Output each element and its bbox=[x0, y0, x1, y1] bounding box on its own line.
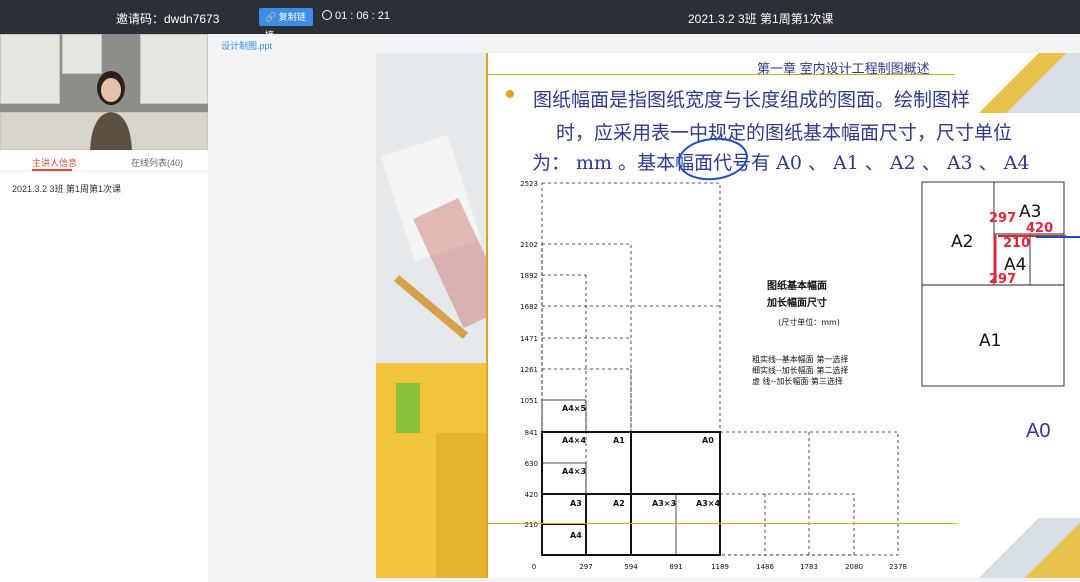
x-axis-tick-label: 891 bbox=[669, 563, 682, 571]
presentation-slide: 第一章 室内设计工程制图概述 图纸幅面是指图纸宽度与长度组成的图面。绘制图样 时… bbox=[376, 53, 1080, 578]
a0-label: A0 bbox=[1026, 420, 1051, 442]
y-axis-tick-label: 2102 bbox=[520, 241, 538, 249]
timer-value: 01 : 06 : 21 bbox=[335, 10, 391, 22]
x-axis-tick-label: 594 bbox=[624, 563, 638, 571]
legend-item: 细实线--加长幅面 第二选择 bbox=[752, 365, 848, 375]
x-axis-tick-label: 2080 bbox=[845, 563, 863, 571]
x-axis-tick-label: 1486 bbox=[756, 563, 774, 571]
y-axis-tick-label: 1471 bbox=[520, 335, 538, 343]
course-title: 2021.3.2 3班 第1周第1次课 bbox=[688, 12, 834, 26]
box-label: A2 bbox=[613, 499, 625, 508]
box-label: A4 bbox=[570, 531, 582, 540]
y-axis-tick-label: 1892 bbox=[520, 272, 538, 280]
session-list-item[interactable]: 2021.3.2 3班 第1周第1次课 bbox=[12, 182, 121, 195]
box-label: A3 bbox=[570, 499, 582, 508]
session-timer: 01 : 06 : 21 bbox=[322, 10, 390, 22]
right-diagram-label: A2 bbox=[951, 232, 973, 252]
tab-active-indicator bbox=[32, 169, 72, 171]
right-diagram-label: A3 bbox=[1019, 202, 1041, 222]
box-label: A4×5 bbox=[562, 404, 586, 413]
left-tabs: 主讲人信息 在线列表(40) bbox=[0, 150, 208, 172]
tab-online-list[interactable]: 在线列表(40) bbox=[131, 156, 183, 169]
x-axis-tick-label: 297 bbox=[579, 563, 592, 571]
diagram-subtitle: 加长幅面尺寸 bbox=[766, 296, 827, 309]
red-annotation: 210 bbox=[1003, 236, 1030, 251]
legend-item: 粗实线--基本幅面 第一选择 bbox=[752, 354, 848, 364]
slide-bottom-line bbox=[487, 523, 957, 524]
left-panel: 主讲人信息 在线列表(40) 2021.3.2 3班 第1周第1次课 bbox=[0, 34, 208, 582]
y-axis-tick-label: 420 bbox=[525, 491, 538, 499]
legend-item: 虚 线--加长幅面 第三选择 bbox=[752, 376, 843, 386]
copy-link-button[interactable]: 🔗 复制链接 bbox=[259, 8, 313, 40]
x-axis-tick-label: 1189 bbox=[711, 563, 729, 571]
diagram-unit: (尺寸单位：mm) bbox=[778, 317, 840, 327]
paper-size-diagram: 2523210218921682147112611051841630420210… bbox=[520, 180, 1080, 571]
red-annotation: 297 bbox=[989, 211, 1016, 226]
y-axis-tick-label: 2523 bbox=[520, 180, 538, 188]
box-label: A3×3 bbox=[652, 499, 676, 508]
x-axis-tick-label: 2378 bbox=[889, 563, 907, 571]
box-label: A1 bbox=[613, 436, 625, 445]
red-annotation: 420 bbox=[1026, 221, 1053, 236]
y-axis-tick-label: 1261 bbox=[520, 366, 538, 374]
presenter-video bbox=[0, 34, 208, 150]
y-axis-tick-label: 630 bbox=[525, 460, 538, 468]
red-annotation: 297 bbox=[989, 272, 1016, 287]
file-name-link[interactable]: 设计制图.ppt bbox=[221, 39, 272, 52]
y-axis-tick-label: 1051 bbox=[520, 397, 538, 405]
x-axis-tick-label: 1783 bbox=[800, 563, 818, 571]
box-label: A0 bbox=[702, 436, 714, 445]
right-diagram-label: A1 bbox=[979, 331, 1001, 351]
box-label: A4×3 bbox=[562, 467, 586, 476]
invite-code: 邀请码：dwdn7673 bbox=[116, 12, 220, 26]
tab-host-info[interactable]: 主讲人信息 bbox=[32, 156, 77, 169]
x-axis-tick-label: 0 bbox=[532, 563, 536, 571]
y-axis-tick-label: 841 bbox=[525, 429, 538, 437]
clock-icon bbox=[322, 10, 332, 20]
diagram-title: 图纸基本幅面 bbox=[767, 279, 827, 292]
top-bar: 邀请码：dwdn7673 🔗 复制链接 01 : 06 : 21 2021.3.… bbox=[0, 0, 1080, 40]
y-axis-tick-label: 1682 bbox=[520, 303, 538, 311]
box-label: A4×4 bbox=[562, 436, 586, 445]
box-label: A3×4 bbox=[696, 499, 720, 508]
